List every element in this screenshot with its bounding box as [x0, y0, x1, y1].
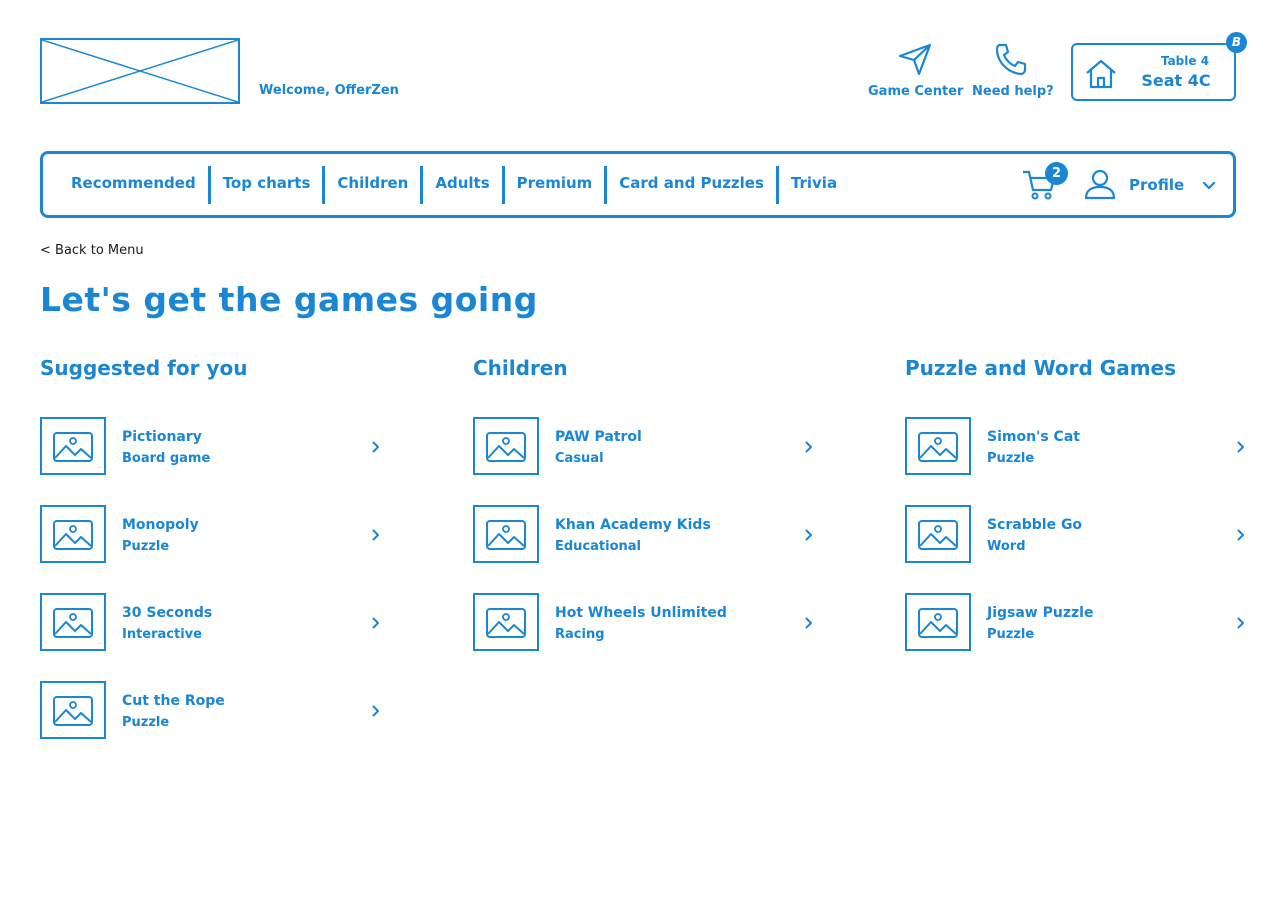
seat-label: Seat 4C [1141, 71, 1211, 90]
image-placeholder-icon [53, 608, 93, 638]
table-label: Table 4 [1160, 54, 1210, 68]
tab-trivia[interactable]: Trivia [779, 165, 849, 205]
tab-children[interactable]: Children [325, 165, 420, 205]
game-list-item[interactable]: PAW Patrol Casual [473, 417, 821, 477]
game-category: Word [987, 539, 1026, 554]
game-name: Scrabble Go [987, 517, 1083, 533]
game-name: Simon's Cat [987, 429, 1080, 445]
image-placeholder-icon [53, 520, 93, 550]
image-placeholder-icon [918, 608, 958, 638]
game-list-item[interactable]: Jigsaw Puzzle Puzzle [905, 593, 1253, 653]
welcome-message: Welcome, OfferZen [259, 83, 399, 98]
game-list-item[interactable]: Monopoly Puzzle [40, 505, 388, 565]
tab-adults[interactable]: Adults [423, 165, 501, 205]
game-category: Puzzle [987, 451, 1035, 466]
game-center-button[interactable]: Game Center [868, 42, 964, 99]
game-category: Racing [555, 627, 605, 642]
game-thumbnail [473, 505, 539, 563]
home-icon [1086, 59, 1116, 89]
game-category: Puzzle [987, 627, 1035, 642]
image-placeholder-icon [486, 608, 526, 638]
game-thumbnail [40, 681, 106, 739]
logo-placeholder [40, 38, 240, 104]
image-placeholder-icon [918, 432, 958, 462]
user-icon [1084, 169, 1116, 200]
game-list-item[interactable]: Simon's Cat Puzzle [905, 417, 1253, 477]
game-list-item[interactable]: 30 Seconds Interactive [40, 593, 388, 653]
game-category: Puzzle [122, 715, 170, 730]
need-help-button[interactable]: Need help? [972, 42, 1054, 99]
nav-tabs: Recommended Top charts Children Adults P… [59, 165, 849, 205]
chevron-right-icon [372, 705, 379, 717]
game-name: Jigsaw Puzzle [987, 605, 1094, 621]
game-thumbnail [473, 593, 539, 651]
chevron-right-icon [805, 529, 812, 541]
image-placeholder-icon [918, 520, 958, 550]
chevron-right-icon [1237, 617, 1244, 629]
phone-icon [995, 43, 1027, 76]
chevron-right-icon [1237, 529, 1244, 541]
chevron-right-icon [372, 529, 379, 541]
chevron-right-icon [1237, 441, 1244, 453]
game-thumbnail [905, 505, 971, 563]
main-nav: Recommended Top charts Children Adults P… [40, 151, 1236, 218]
game-category: Casual [555, 451, 604, 466]
game-name: PAW Patrol [555, 429, 642, 445]
tab-premium[interactable]: Premium [505, 165, 605, 205]
back-to-menu-link[interactable]: < Back to Menu [40, 243, 144, 258]
game-category: Puzzle [122, 539, 170, 554]
section-title: Suggested for you [40, 356, 248, 380]
game-name: 30 Seconds [122, 605, 213, 621]
image-placeholder-icon [53, 696, 93, 726]
image-placeholder-icon [486, 432, 526, 462]
page-title: Let's get the games going [40, 280, 538, 319]
game-list-item[interactable]: Cut the Rope Puzzle [40, 681, 388, 741]
game-list-item[interactable]: Scrabble Go Word [905, 505, 1253, 565]
game-category: Interactive [122, 627, 202, 642]
game-name: Pictionary [122, 429, 202, 445]
profile-label: Profile [1129, 176, 1185, 194]
game-thumbnail [905, 417, 971, 475]
game-name: Cut the Rope [122, 693, 225, 709]
image-placeholder-icon [53, 432, 93, 462]
chevron-right-icon [805, 617, 812, 629]
game-name: Khan Academy Kids [555, 517, 711, 533]
game-list-item[interactable]: Hot Wheels Unlimited Racing [473, 593, 821, 653]
chevron-right-icon [372, 441, 379, 453]
game-thumbnail [473, 417, 539, 475]
cart-count-badge: 2 [1045, 162, 1068, 185]
tab-recommended[interactable]: Recommended [59, 165, 208, 205]
game-thumbnail [905, 593, 971, 651]
paper-plane-icon [898, 43, 932, 76]
game-name: Hot Wheels Unlimited [555, 605, 727, 621]
seat-badge: B [1226, 32, 1247, 53]
game-center-label: Game Center [868, 84, 964, 99]
seat-info-button[interactable]: Table 4 Seat 4C [1071, 43, 1236, 101]
image-placeholder-icon [486, 520, 526, 550]
chevron-right-icon [805, 441, 812, 453]
game-category: Educational [555, 539, 642, 554]
section-title: Puzzle and Word Games [905, 356, 1177, 380]
game-list-item[interactable]: Pictionary Board game [40, 417, 388, 477]
game-category: Board game [122, 451, 211, 466]
game-thumbnail [40, 593, 106, 651]
section-title: Children [473, 356, 568, 380]
game-thumbnail [40, 417, 106, 475]
tab-top-charts[interactable]: Top charts [211, 165, 323, 205]
profile-dropdown[interactable]: Profile [1079, 166, 1219, 206]
need-help-label: Need help? [972, 84, 1054, 99]
logo-placeholder-icon [42, 40, 238, 102]
game-name: Monopoly [122, 517, 199, 533]
game-thumbnail [40, 505, 106, 563]
game-list-item[interactable]: Khan Academy Kids Educational [473, 505, 821, 565]
chevron-down-icon [1203, 182, 1215, 190]
tab-card-and-puzzles[interactable]: Card and Puzzles [607, 165, 776, 205]
chevron-right-icon [372, 617, 379, 629]
